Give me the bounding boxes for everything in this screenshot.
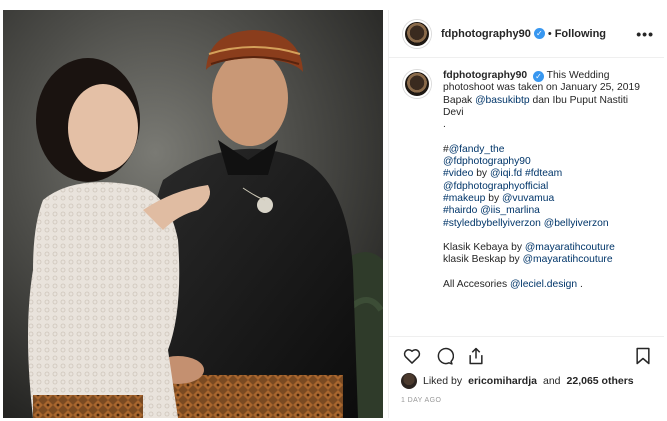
liker-avatar[interactable] — [401, 373, 417, 389]
hashtag-link[interactable]: #styledbybellyiverzon — [443, 218, 541, 229]
bookmark-icon[interactable] — [632, 345, 654, 367]
post-actions-section: Liked by ericomihardja and 22,065 others… — [389, 336, 664, 418]
post-side-panel: fdphotography90 ✓ • Following ••• fdphot… — [388, 10, 664, 418]
mention-link[interactable]: @iqi.fd — [490, 168, 522, 179]
caption-line-15: All Accesories @leciel.design . — [443, 279, 583, 291]
mention-link[interactable]: @fdphotographyofficial — [443, 181, 648, 193]
post-timestamp[interactable]: 1 DAY AGO — [401, 397, 654, 404]
mention-link[interactable]: @fandy_the — [449, 144, 505, 155]
following-button[interactable]: Following — [555, 28, 606, 40]
hashtag-link[interactable]: #fdteam — [525, 168, 562, 179]
caption-verified-badge-icon: ✓ — [532, 71, 544, 82]
mention-link[interactable]: @iis_marlina — [480, 205, 540, 216]
more-options-icon[interactable]: ••• — [636, 26, 654, 42]
likes-conj: and — [542, 375, 561, 387]
mention-link[interactable]: @mayaratihcouture — [523, 254, 613, 265]
liker-username[interactable]: ericomihardja — [468, 375, 537, 387]
caption-username[interactable]: fdphotography90 — [443, 70, 527, 81]
action-icons-row — [401, 343, 654, 369]
header-separator: • — [547, 27, 552, 40]
caption-first-line: fdphotography90 ✓ This Wedding photoshoo… — [443, 70, 648, 95]
post-header: fdphotography90 ✓ • Following ••• — [389, 10, 664, 58]
likes-count[interactable]: 22,065 others — [567, 375, 634, 387]
hashtag-link[interactable]: #hairdo — [443, 205, 477, 216]
verified-badge-icon: ✓ — [533, 28, 545, 39]
mention-link[interactable]: @leciel.design — [510, 279, 577, 290]
author-avatar[interactable] — [403, 19, 431, 48]
mention-link[interactable]: @mayaratihcouture — [525, 242, 615, 253]
mention-link[interactable]: @fdphotography90 — [443, 156, 648, 168]
hashtag-link[interactable]: #makeup — [443, 193, 485, 204]
caption-author-avatar[interactable] — [403, 70, 431, 98]
caption-line-6: #video by @iqi.fd #fdteam — [443, 168, 563, 180]
caption-gap — [443, 230, 648, 242]
author-username[interactable]: fdphotography90 — [441, 28, 531, 40]
caption-line-9: #hairdo @iis_marlina — [443, 205, 648, 217]
comment-icon[interactable] — [433, 345, 455, 367]
caption-gap — [443, 267, 648, 279]
mention-link[interactable]: @vuvamua — [502, 193, 554, 204]
caption-line-8: #makeup by @vuvamua — [443, 192, 555, 204]
mention-link[interactable]: @bellyiverzon — [544, 218, 609, 229]
caption-line-1: Bapak @basukibtp dan Ibu Puput Nastiti D… — [443, 94, 629, 118]
wedding-photo-illustration — [3, 10, 383, 418]
likes-line: Liked by ericomihardja and 22,065 others — [401, 373, 654, 389]
caption-section: fdphotography90 ✓ This Wedding photoshoo… — [389, 58, 664, 334]
caption-line-13: klasik Beskap by @mayaratihcouture — [443, 254, 613, 266]
hashtag-link[interactable]: #video — [443, 168, 473, 179]
share-icon[interactable] — [465, 345, 487, 367]
caption-line-12: Klasik Kebaya by @mayaratihcouture — [443, 242, 615, 254]
likes-prefix: Liked by — [423, 375, 463, 387]
caption-line-2: . — [443, 119, 446, 131]
caption-line-10: #styledbybellyiverzon @bellyiverzon — [443, 218, 648, 230]
mention-link[interactable]: @basukibtp — [475, 95, 530, 106]
instagram-post: fdphotography90 ✓ • Following ••• fdphot… — [0, 0, 667, 421]
post-photo[interactable] — [3, 10, 383, 418]
caption-text: fdphotography90 ✓ This Wedding photoshoo… — [443, 70, 648, 334]
caption-line-4: #@fandy_the — [443, 143, 505, 155]
caption-gap — [443, 131, 648, 143]
heart-icon[interactable] — [401, 345, 423, 367]
